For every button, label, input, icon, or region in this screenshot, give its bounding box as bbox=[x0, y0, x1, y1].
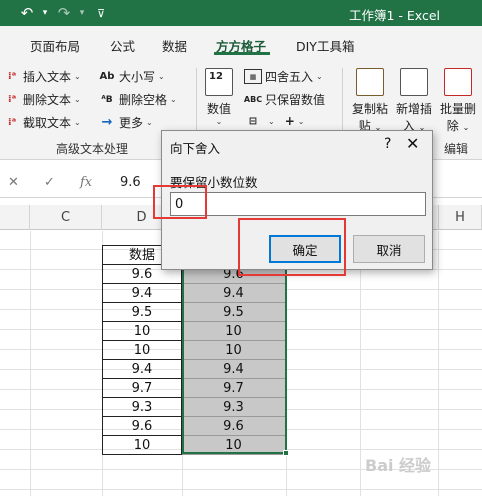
plus-icon: + bbox=[284, 114, 295, 128]
number-button[interactable]: 12 数值 ⌄ bbox=[205, 68, 233, 126]
redo-dropdown-icon[interactable]: ▾ bbox=[73, 4, 91, 22]
dialog-title: 向下舍入 bbox=[170, 141, 221, 156]
table-cell-d[interactable]: 9.4 bbox=[102, 360, 182, 379]
edit-icon: ⊟ bbox=[248, 115, 258, 127]
customize-qat-icon[interactable]: ⊽ bbox=[92, 4, 110, 22]
number-icon: 12 bbox=[205, 68, 233, 96]
cancel-entry-icon[interactable]: ✕ bbox=[8, 175, 19, 190]
table-cell-d[interactable]: 10 bbox=[102, 341, 182, 360]
close-icon[interactable]: ✕ bbox=[406, 134, 419, 153]
table-cell-d[interactable]: 9.6 bbox=[102, 417, 182, 436]
new-insert-button[interactable]: 新增插 入 ⌄ bbox=[396, 68, 432, 134]
round-button[interactable]: ▦ 四舍五入 ⌄ bbox=[244, 68, 323, 85]
tab-page-layout[interactable]: 页面布局 bbox=[30, 36, 80, 55]
tab-diy-toolbox[interactable]: DIY工具箱 bbox=[296, 36, 354, 55]
undo-icon[interactable]: ↶ bbox=[18, 4, 36, 22]
number-more-button[interactable]: ⊟ ⌄ + ⌄ bbox=[244, 114, 305, 128]
table-cell-e[interactable]: 9.4 bbox=[182, 284, 286, 303]
column-header-b[interactable] bbox=[0, 205, 30, 230]
arrow-right-icon: → bbox=[101, 115, 113, 130]
table-cell-e[interactable]: 10 bbox=[182, 436, 286, 455]
delete-space-button[interactable]: ᴬB 删除空格 ⌄ bbox=[98, 91, 176, 108]
grid-row-line bbox=[0, 489, 482, 490]
watermark: Bai 经验 bbox=[365, 456, 432, 475]
clipboard-icon bbox=[356, 68, 384, 96]
more-button[interactable]: → 更多 ⌄ bbox=[98, 114, 153, 131]
round-down-dialog: 向下舍入 ? ✕ 要保留小数位数 确定 取消 bbox=[161, 130, 433, 270]
insert-text-button[interactable]: ⁞ᵃ 插入文本 ⌄ bbox=[4, 68, 81, 85]
table-cell-e[interactable]: 9.4 bbox=[182, 360, 286, 379]
keep-number-icon: ABC bbox=[243, 95, 263, 104]
batch-delete-button[interactable]: 批量删 除 ⌄ bbox=[440, 68, 476, 134]
active-tab-indicator bbox=[214, 52, 270, 55]
delete-text-icon: ⁞ᵃ bbox=[7, 94, 17, 105]
insert-rows-icon bbox=[400, 68, 428, 96]
column-header-h[interactable]: H bbox=[438, 205, 482, 230]
extract-text-icon: ⁞ᵃ bbox=[7, 117, 17, 128]
extract-text-button[interactable]: ⁞ᵃ 截取文本 ⌄ bbox=[4, 114, 81, 131]
decimal-places-input[interactable] bbox=[170, 192, 426, 216]
case-button[interactable]: Ab 大小写 ⌄ bbox=[98, 68, 165, 85]
table-cell-d[interactable]: 9.4 bbox=[102, 284, 182, 303]
cancel-button[interactable]: 取消 bbox=[353, 235, 425, 263]
help-icon[interactable]: ? bbox=[384, 136, 391, 152]
table-cell-d[interactable]: 9.7 bbox=[102, 379, 182, 398]
title-bar: ↶ ▾ ↷ ▾ ⊽ 工作簿1 - Excel bbox=[0, 0, 482, 26]
table-cell-e[interactable]: 10 bbox=[182, 322, 286, 341]
round-icon: ▦ bbox=[244, 69, 262, 84]
table-cell-d[interactable]: 9.3 bbox=[102, 398, 182, 417]
formula-bar-value[interactable]: 9.6 bbox=[120, 175, 141, 190]
table-cell-d[interactable]: 10 bbox=[102, 322, 182, 341]
delete-grid-icon bbox=[444, 68, 472, 96]
table-cell-e[interactable]: 10 bbox=[182, 341, 286, 360]
table-cell-e[interactable]: 9.7 bbox=[182, 379, 286, 398]
ribbon-tabs: 页面布局 公式 数据 方方格子 DIY工具箱 bbox=[0, 26, 482, 62]
window-title: 工作簿1 - Excel bbox=[348, 8, 440, 23]
redo-icon[interactable]: ↷ bbox=[55, 4, 73, 22]
decimal-places-label: 要保留小数位数 bbox=[170, 175, 258, 190]
keep-number-button[interactable]: ABC 只保留数值 bbox=[244, 91, 325, 108]
table-cell-d[interactable]: 10 bbox=[102, 436, 182, 455]
insert-text-icon: ⁞ᵃ bbox=[7, 71, 17, 82]
delete-space-icon: ᴬB bbox=[101, 94, 113, 105]
table-cell-e[interactable]: 9.6 bbox=[182, 417, 286, 436]
ok-button[interactable]: 确定 bbox=[269, 235, 341, 263]
delete-text-button[interactable]: ⁞ᵃ 删除文本 ⌄ bbox=[4, 91, 81, 108]
confirm-entry-icon[interactable]: ✓ bbox=[44, 175, 55, 190]
insert-function-icon[interactable]: fx bbox=[80, 175, 92, 190]
text-group-label: 高级文本处理 bbox=[56, 142, 129, 156]
undo-dropdown-icon[interactable]: ▾ bbox=[36, 4, 54, 22]
tab-data[interactable]: 数据 bbox=[162, 36, 187, 55]
tab-formulas[interactable]: 公式 bbox=[110, 36, 135, 55]
table-cell-e[interactable]: 9.5 bbox=[182, 303, 286, 322]
edit-group-label: 编辑 bbox=[444, 142, 469, 156]
table-cell-d[interactable]: 9.5 bbox=[102, 303, 182, 322]
copy-paste-button[interactable]: 复制粘 贴 ⌄ bbox=[352, 68, 388, 134]
table-cell-e[interactable]: 9.3 bbox=[182, 398, 286, 417]
column-header-c[interactable]: C bbox=[30, 205, 102, 230]
case-icon: Ab bbox=[99, 71, 115, 82]
fill-handle[interactable] bbox=[283, 450, 289, 456]
